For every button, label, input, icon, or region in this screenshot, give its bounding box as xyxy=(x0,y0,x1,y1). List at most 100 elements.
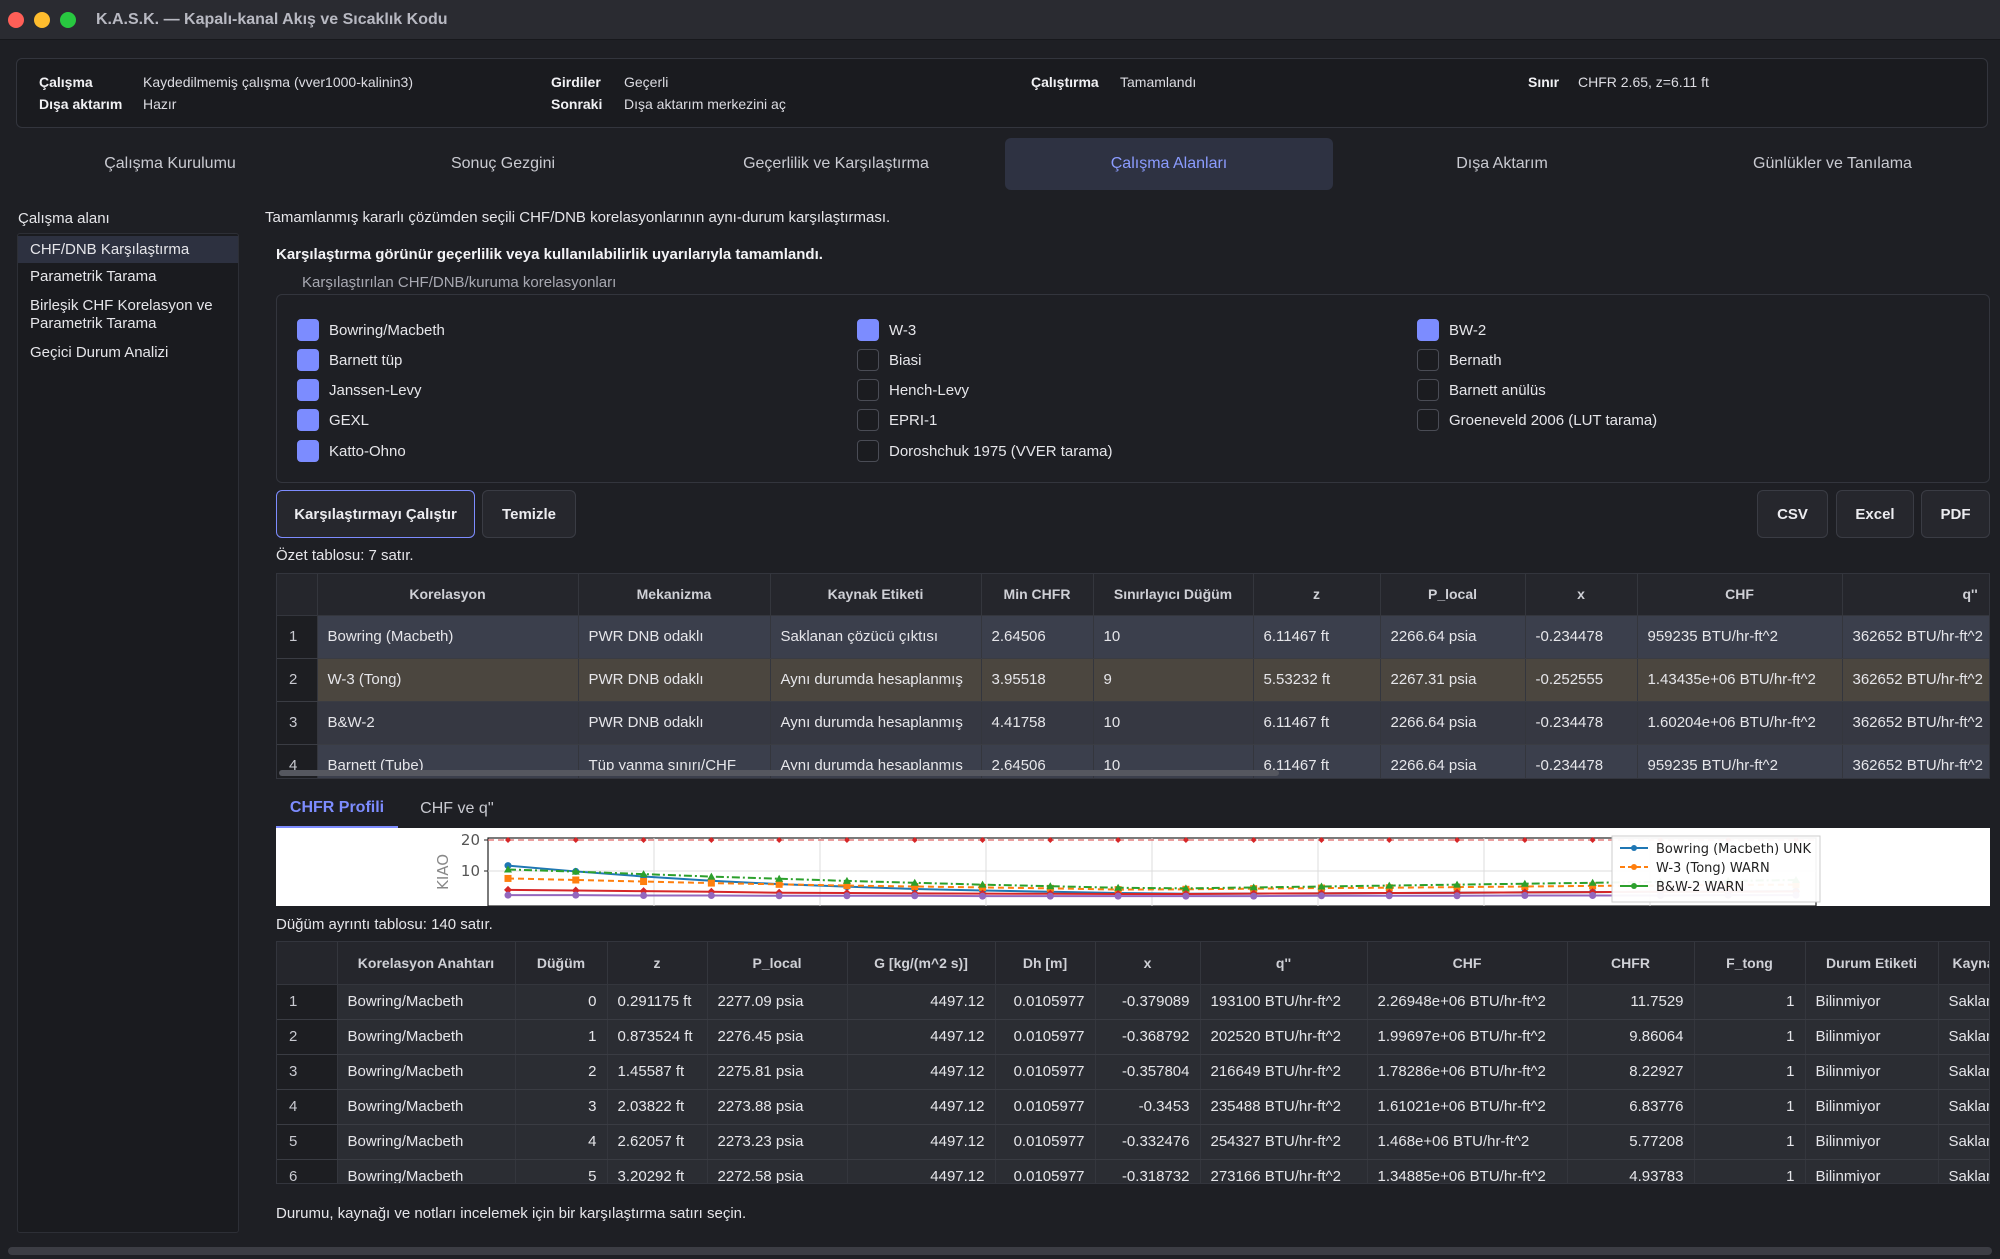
legend-entry: W-3 (Tong) WARN xyxy=(1656,861,1770,876)
sidebar-item-parametrik[interactable]: Parametrik Tarama xyxy=(18,268,238,286)
tab-chfr-profili[interactable]: CHFR Profili xyxy=(276,790,398,828)
tab-calisma-alanlari[interactable]: Çalışma Alanları xyxy=(1005,138,1333,190)
tab-gunlukler[interactable]: Günlükler ve Tanılama xyxy=(1675,138,1990,190)
row-index: 1 xyxy=(277,984,338,1020)
detail-row[interactable]: 1 Bowring/Macbeth 0 0.291175 ft 2277.09 psia… xyxy=(277,984,1989,1020)
checkbox-gexl[interactable]: GEXL xyxy=(297,409,369,431)
checkbox-barnett-anulus[interactable]: Barnett anülüs xyxy=(1417,379,1546,401)
col-header[interactable]: q'' xyxy=(1200,942,1368,985)
checkbox-box[interactable] xyxy=(1417,379,1439,401)
col-header[interactable]: CHF xyxy=(1367,942,1568,985)
detail-row[interactable]: 2 Bowring/Macbeth 1 0.873524 ft 2276.45 psia… xyxy=(277,1019,1989,1055)
col-header[interactable]: x xyxy=(1525,574,1638,616)
col-header[interactable]: Min CHFR xyxy=(981,574,1094,616)
checkbox-w3[interactable]: W-3 xyxy=(857,319,916,341)
sidebar-item-gecici[interactable]: Geçici Durum Analizi xyxy=(18,344,238,362)
checkbox-box[interactable] xyxy=(297,349,319,371)
clear-button[interactable]: Temizle xyxy=(482,490,576,538)
close-window-button[interactable] xyxy=(8,11,24,28)
col-header[interactable]: x xyxy=(1095,942,1201,985)
detail-row[interactable]: 3 Bowring/Macbeth 2 1.45587 ft 2275.81 psia 4… xyxy=(277,1054,1989,1090)
checkbox-box[interactable] xyxy=(857,349,879,371)
detail-row[interactable]: 4 Bowring/Macbeth 3 2.03822 ft 2273.88 psia 4… xyxy=(277,1089,1989,1125)
summary-row[interactable]: 1 Bowring (Macbeth) PWR DNB odaklı Saklanan… xyxy=(277,615,1989,659)
tab-chf-q[interactable]: CHF ve q'' xyxy=(404,790,510,828)
checkbox-groeneveld[interactable]: Groeneveld 2006 (LUT tarama) xyxy=(1417,409,1657,431)
col-header[interactable]: Dh [m] xyxy=(995,942,1096,985)
detail-row[interactable]: 6 Bowring/Macbeth 5 3.20292 ft 2272.58 psia 4… xyxy=(277,1159,1989,1183)
col-header[interactable]: Korelasyon xyxy=(317,574,579,616)
col-header[interactable]: Korelasyon Anahtarı xyxy=(337,942,516,985)
run-comparison-button[interactable]: Karşılaştırmayı Çalıştır xyxy=(276,490,475,538)
zoom-window-button[interactable] xyxy=(60,11,76,28)
summary-caption: Özet tablosu: 7 satır. xyxy=(276,547,414,564)
checkbox-biasi[interactable]: Biasi xyxy=(857,349,922,371)
checkbox-bw2[interactable]: BW-2 xyxy=(1417,319,1486,341)
checkbox-box[interactable] xyxy=(297,319,319,341)
checkbox-bowring[interactable]: Bowring/Macbeth xyxy=(297,319,445,341)
col-header[interactable]: P_local xyxy=(707,942,848,985)
checkbox-box[interactable] xyxy=(1417,349,1439,371)
checkbox-box[interactable] xyxy=(857,440,879,462)
col-header[interactable]: CHF xyxy=(1637,574,1843,616)
checkbox-label: Katto-Ohno xyxy=(329,442,406,460)
col-header[interactable]: z xyxy=(607,942,708,985)
checkbox-box[interactable] xyxy=(297,409,319,431)
csv-export-button[interactable]: CSV xyxy=(1757,490,1828,538)
pdf-export-button[interactable]: PDF xyxy=(1921,490,1990,538)
minimize-window-button[interactable] xyxy=(34,11,50,28)
col-header[interactable]: P_local xyxy=(1380,574,1526,616)
col-header[interactable]: Düğüm xyxy=(515,942,608,985)
table-cell: 254327 BTU/hr-ft^2 xyxy=(1200,1124,1368,1160)
status-sonraki-value[interactable]: Dışa aktarım merkezini aç xyxy=(624,96,786,112)
excel-export-button[interactable]: Excel xyxy=(1836,490,1914,538)
checkbox-box[interactable] xyxy=(297,379,319,401)
table-cell: PWR DNB odaklı xyxy=(578,658,771,702)
checkbox-box[interactable] xyxy=(857,319,879,341)
col-header[interactable]: F_tong xyxy=(1694,942,1806,985)
table-cell: -0.3453 xyxy=(1095,1089,1201,1125)
col-header[interactable]: Kaynak xyxy=(1938,942,1989,985)
summary-row[interactable]: 3 B&W-2 PWR DNB odaklı Aynı durumda hesapla… xyxy=(277,701,1989,745)
col-header[interactable]: Sınırlayıcı Düğüm xyxy=(1093,574,1254,616)
table-cell: 4.41758 xyxy=(981,701,1094,745)
col-header[interactable]: Durum Etiketi xyxy=(1805,942,1939,985)
row-index: 6 xyxy=(277,1159,338,1183)
node-detail-table[interactable]: Korelasyon Anahtarı Düğüm z P_local G [k… xyxy=(276,941,1990,1184)
col-header[interactable]: G [kg/(m^2 s)] xyxy=(847,942,996,985)
tab-disa-aktarim[interactable]: Dışa Aktarım xyxy=(1342,138,1662,190)
checkbox-box[interactable] xyxy=(857,409,879,431)
checkbox-label: Doroshchuk 1975 (VVER tarama) xyxy=(889,442,1113,460)
summary-row[interactable]: 2 W-3 (Tong) PWR DNB odaklı Aynı durumda he… xyxy=(277,658,1989,702)
y-axis-label: KIAO xyxy=(434,854,452,890)
checkbox-katto-ohno[interactable]: Katto-Ohno xyxy=(297,440,406,462)
checkbox-box[interactable] xyxy=(297,440,319,462)
detail-row[interactable]: 5 Bowring/Macbeth 4 2.62057 ft 2273.23 psia 4… xyxy=(277,1124,1989,1160)
checkbox-box[interactable] xyxy=(1417,409,1439,431)
tab-gecerlilik[interactable]: Geçerlilik ve Karşılaştırma xyxy=(676,138,996,190)
corner-header xyxy=(277,574,318,616)
sidebar-item-birlesik[interactable]: Birleşik CHF Korelasyon ve Parametrik Ta… xyxy=(18,297,228,333)
checkbox-epri1[interactable]: EPRI-1 xyxy=(857,409,937,431)
checkbox-janssen-levy[interactable]: Janssen-Levy xyxy=(297,379,422,401)
summary-table[interactable]: Korelasyon Mekanizma Kaynak Etiketi Min … xyxy=(276,573,1990,779)
col-header[interactable]: Kaynak Etiketi xyxy=(770,574,982,616)
sidebar-item-chf-dnb[interactable]: CHF/DNB Karşılaştırma xyxy=(18,236,238,263)
summary-hscrollbar[interactable] xyxy=(279,770,1279,776)
table-cell: 10 xyxy=(1093,615,1254,659)
col-header[interactable]: z xyxy=(1253,574,1381,616)
checkbox-barnett-tup[interactable]: Barnett tüp xyxy=(297,349,402,371)
col-header[interactable]: CHFR xyxy=(1567,942,1695,985)
table-cell: 0.291175 ft xyxy=(607,984,708,1020)
window-hscrollbar[interactable] xyxy=(8,1247,1992,1255)
tab-sonuc-gezgini[interactable]: Sonuç Gezgini xyxy=(343,138,663,190)
checkbox-box[interactable] xyxy=(857,379,879,401)
y-tick-label: 20 xyxy=(461,831,480,849)
checkbox-doroshchuk[interactable]: Doroshchuk 1975 (VVER tarama) xyxy=(857,440,1112,462)
col-header[interactable]: q'' xyxy=(1842,574,1989,616)
checkbox-box[interactable] xyxy=(1417,319,1439,341)
tab-calisma-kurulumu[interactable]: Çalışma Kurulumu xyxy=(10,138,330,190)
col-header[interactable]: Mekanizma xyxy=(578,574,771,616)
checkbox-hench-levy[interactable]: Hench-Levy xyxy=(857,379,969,401)
checkbox-bernath[interactable]: Bernath xyxy=(1417,349,1502,371)
